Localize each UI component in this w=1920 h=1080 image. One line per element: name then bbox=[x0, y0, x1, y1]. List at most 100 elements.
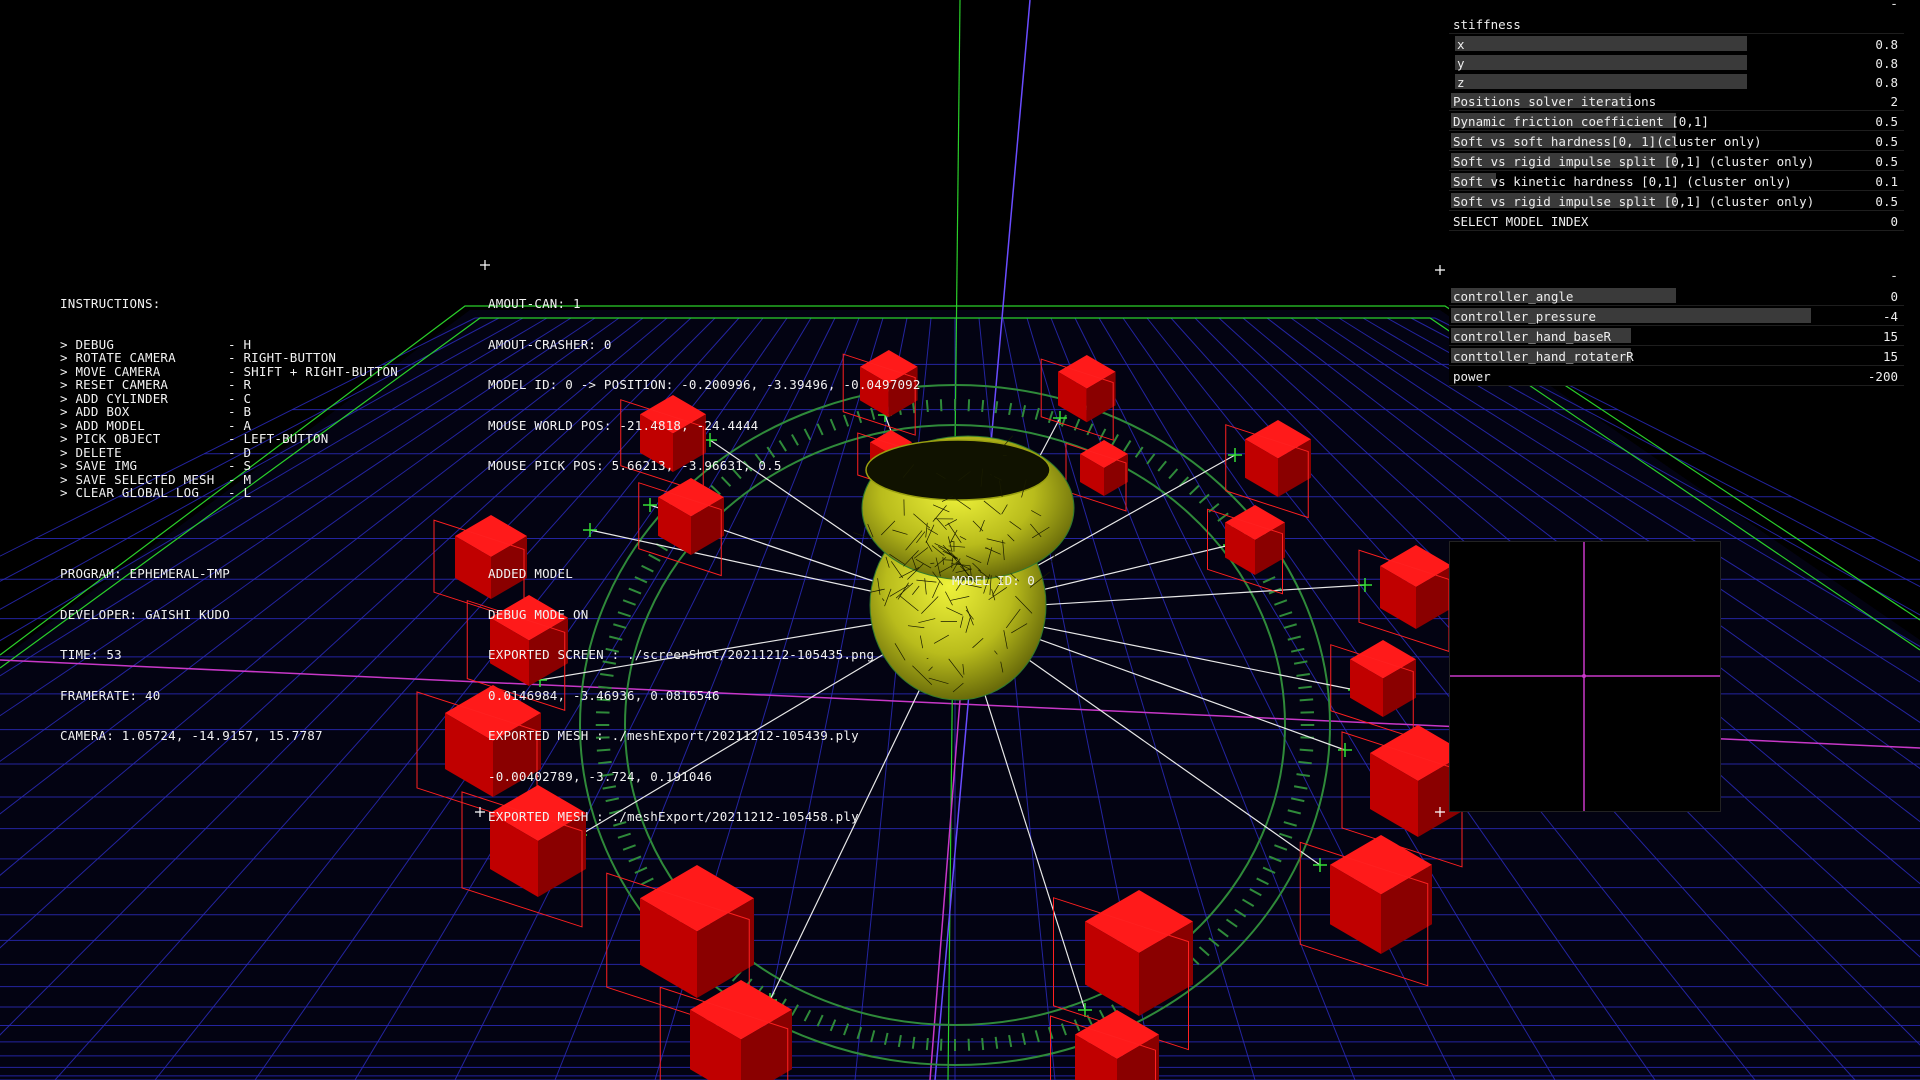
instruction-item: > ROTATE CAMERA - RIGHT-BUTTON bbox=[60, 351, 336, 365]
controller-param-slider[interactable]: power -200 bbox=[1449, 366, 1904, 386]
instruction-item: > ADD MODEL - A bbox=[60, 418, 251, 433]
log-line: ADDED MODEL bbox=[488, 566, 573, 581]
controller-param-slider[interactable]: controller_hand_baseR 15 bbox=[1449, 326, 1904, 346]
instruction-item: > DEBUG - H bbox=[60, 337, 251, 352]
slider-label: controller_angle bbox=[1453, 289, 1574, 304]
status-block: AMOUT-CAN: 1 AMOUT-CRASHER: 0 MODEL ID: … bbox=[488, 270, 921, 486]
instruction-item: > RESET CAMERA - R bbox=[60, 378, 251, 392]
slider-value: 0.5 bbox=[1875, 194, 1898, 209]
instruction-key: - S bbox=[228, 458, 252, 473]
slider-value: 2 bbox=[1890, 94, 1898, 109]
slider-value: 0.8 bbox=[1875, 75, 1898, 90]
slider-label: conttoller_hand_rotaterR bbox=[1453, 349, 1634, 364]
param-slider[interactable]: Soft vs rigid impulse split [0,1] (clust… bbox=[1449, 191, 1904, 211]
controller-param-slider[interactable]: controller_angle 0 bbox=[1449, 286, 1904, 306]
slider-label: controller_pressure bbox=[1453, 309, 1596, 324]
instructions-block: INSTRUCTIONS: > DEBUG - H > ROTATE CAMERA -… bbox=[60, 270, 398, 499]
minimap-crosshair bbox=[1450, 542, 1720, 811]
instruction-item: > ADD CYLINDER - C bbox=[60, 391, 251, 406]
stiffness-group: stiffness bbox=[1449, 14, 1904, 34]
slider-fill bbox=[1455, 55, 1747, 70]
param-slider[interactable]: Positions solver iterations 2 bbox=[1449, 91, 1904, 111]
param-slider[interactable]: Soft vs kinetic hardness [0,1] (cluster … bbox=[1449, 171, 1904, 191]
instruction-key: - L bbox=[228, 485, 252, 500]
panel-header: - bbox=[1449, 0, 1904, 14]
instruction-item: > MOVE CAMERA - SHIFT + RIGHT-BUTTON bbox=[60, 364, 398, 379]
instruction-item: > SAVE SELECTED MESH - M bbox=[60, 472, 251, 487]
log-line: EXPORTED SCREEN : ./screenShot/20211212-… bbox=[488, 647, 875, 662]
slider-label: Soft vs soft hardness[0, 1](cluster only… bbox=[1453, 134, 1762, 149]
panel-header: - bbox=[1449, 269, 1904, 286]
model-id-label: MODEL ID: 0 bbox=[952, 573, 1035, 588]
instruction-item: > CLEAR GLOBAL LOG - L bbox=[60, 485, 251, 500]
slider-value: 0.8 bbox=[1875, 56, 1898, 71]
status-line: AMOUT-CAN: 1 bbox=[488, 296, 581, 311]
instruction-key: - D bbox=[228, 444, 252, 460]
slider-value: 15 bbox=[1882, 329, 1898, 344]
slider-label: controller_hand_baseR bbox=[1453, 329, 1612, 344]
controller-param-slider[interactable]: controller_pressure -4 bbox=[1449, 306, 1904, 326]
log-line: EXPORTED MESH : ./meshExport/20211212-10… bbox=[488, 728, 859, 743]
program-info-line: CAMERA: 1.05724, -14.9157, 15.7787 bbox=[60, 728, 323, 743]
slider-label: power bbox=[1453, 369, 1491, 384]
instruction-action: > CLEAR GLOBAL LOG bbox=[60, 485, 200, 500]
slider-label: y bbox=[1457, 56, 1465, 71]
slider-fill bbox=[1455, 36, 1747, 51]
param-slider[interactable]: Soft vs soft hardness[0, 1](cluster only… bbox=[1449, 131, 1904, 151]
instruction-item: > SAVE IMG - S bbox=[60, 459, 251, 473]
program-info-line: DEVELOPER: GAISHI KUDO bbox=[60, 606, 230, 622]
slider-value: 0.5 bbox=[1875, 154, 1898, 169]
top-view-minimap[interactable] bbox=[1449, 541, 1721, 812]
program-info-line: PROGRAM: EPHEMERAL-TMP bbox=[60, 566, 230, 581]
slider-value: 0.8 bbox=[1875, 37, 1898, 52]
instruction-key: - LEFT-BUTTON bbox=[228, 431, 329, 446]
instruction-key: - M bbox=[228, 471, 252, 487]
slider-fill bbox=[1455, 74, 1747, 89]
collapse-button[interactable]: - bbox=[1890, 269, 1898, 284]
stiffness-axis-slider[interactable]: y 0.8 bbox=[1449, 53, 1904, 72]
stiffness-axis-slider[interactable]: x 0.8 bbox=[1449, 34, 1904, 53]
physics-params-panel: - stiffness x 0.8 y 0.8 z 0.8 Positions solve… bbox=[1449, 0, 1904, 231]
program-info-line: FRAMERATE: 40 bbox=[60, 687, 161, 703]
log-line: -0.00402789, -3.724, 0.191046 bbox=[488, 768, 713, 784]
instruction-key: - RIGHT-BUTTON bbox=[228, 350, 337, 365]
slider-value: 0 bbox=[1890, 289, 1898, 304]
collapse-button[interactable]: - bbox=[1890, 0, 1898, 12]
instructions-title: INSTRUCTIONS: bbox=[60, 296, 161, 311]
status-line: MODEL ID: 0 -> POSITION: -0.200996, -3.3… bbox=[488, 377, 921, 392]
slider-value: -200 bbox=[1867, 369, 1898, 384]
status-line: MOUSE WORLD POS: -21.4818, -24.4444 bbox=[488, 417, 759, 433]
param-slider[interactable]: SELECT MODEL INDEX 0 bbox=[1449, 211, 1904, 231]
instruction-key: - B bbox=[228, 404, 252, 419]
instruction-key: - R bbox=[228, 377, 252, 392]
slider-label: Soft vs rigid impulse split [0,1] (clust… bbox=[1453, 194, 1815, 209]
slider-value: 0 bbox=[1890, 214, 1898, 229]
slider-value: 15 bbox=[1882, 349, 1898, 364]
slider-label: Positions solver iterations bbox=[1453, 94, 1657, 109]
slider-value: -4 bbox=[1882, 309, 1898, 324]
stiffness-label: stiffness bbox=[1453, 17, 1521, 32]
slider-value: 0.1 bbox=[1875, 174, 1898, 189]
instruction-key: - A bbox=[228, 417, 252, 433]
log-line: DEBUG MODE ON bbox=[488, 606, 589, 622]
slider-label: z bbox=[1457, 75, 1465, 90]
status-line: AMOUT-CRASHER: 0 bbox=[488, 336, 612, 352]
slider-value: 0.5 bbox=[1875, 114, 1898, 129]
controller-params-panel: - controller_angle 0 controller_pressure -4… bbox=[1449, 269, 1904, 386]
instruction-key: - SHIFT + RIGHT-BUTTON bbox=[228, 363, 398, 379]
log-line: 0.0146984, -3.46936, 0.0816546 bbox=[488, 687, 720, 703]
instruction-item: > ADD BOX - B bbox=[60, 405, 251, 419]
program-info-line: TIME: 53 bbox=[60, 647, 122, 662]
stiffness-axis-slider[interactable]: z 0.8 bbox=[1449, 72, 1904, 91]
global-log: ADDED MODEL DEBUG MODE ON EXPORTED SCREE… bbox=[488, 540, 874, 837]
controller-param-slider[interactable]: conttoller_hand_rotaterR 15 bbox=[1449, 346, 1904, 366]
param-slider[interactable]: Soft vs rigid impulse split [0,1] (clust… bbox=[1449, 151, 1904, 171]
status-line: MOUSE PICK POS: 5.66213, -3.96631, 0.5 bbox=[488, 458, 782, 473]
instruction-key: - H bbox=[228, 336, 252, 352]
param-slider[interactable]: Dynamic friction coefficient [0,1] 0.5 bbox=[1449, 111, 1904, 131]
instruction-item: > PICK OBJECT - LEFT-BUTTON bbox=[60, 432, 328, 446]
log-line: EXPORTED MESH : ./meshExport/20211212-10… bbox=[488, 809, 859, 824]
slider-label: x bbox=[1457, 37, 1465, 52]
slider-label: Soft vs rigid impulse split [0,1] (clust… bbox=[1453, 154, 1815, 169]
slider-label: Dynamic friction coefficient [0,1] bbox=[1453, 114, 1709, 129]
